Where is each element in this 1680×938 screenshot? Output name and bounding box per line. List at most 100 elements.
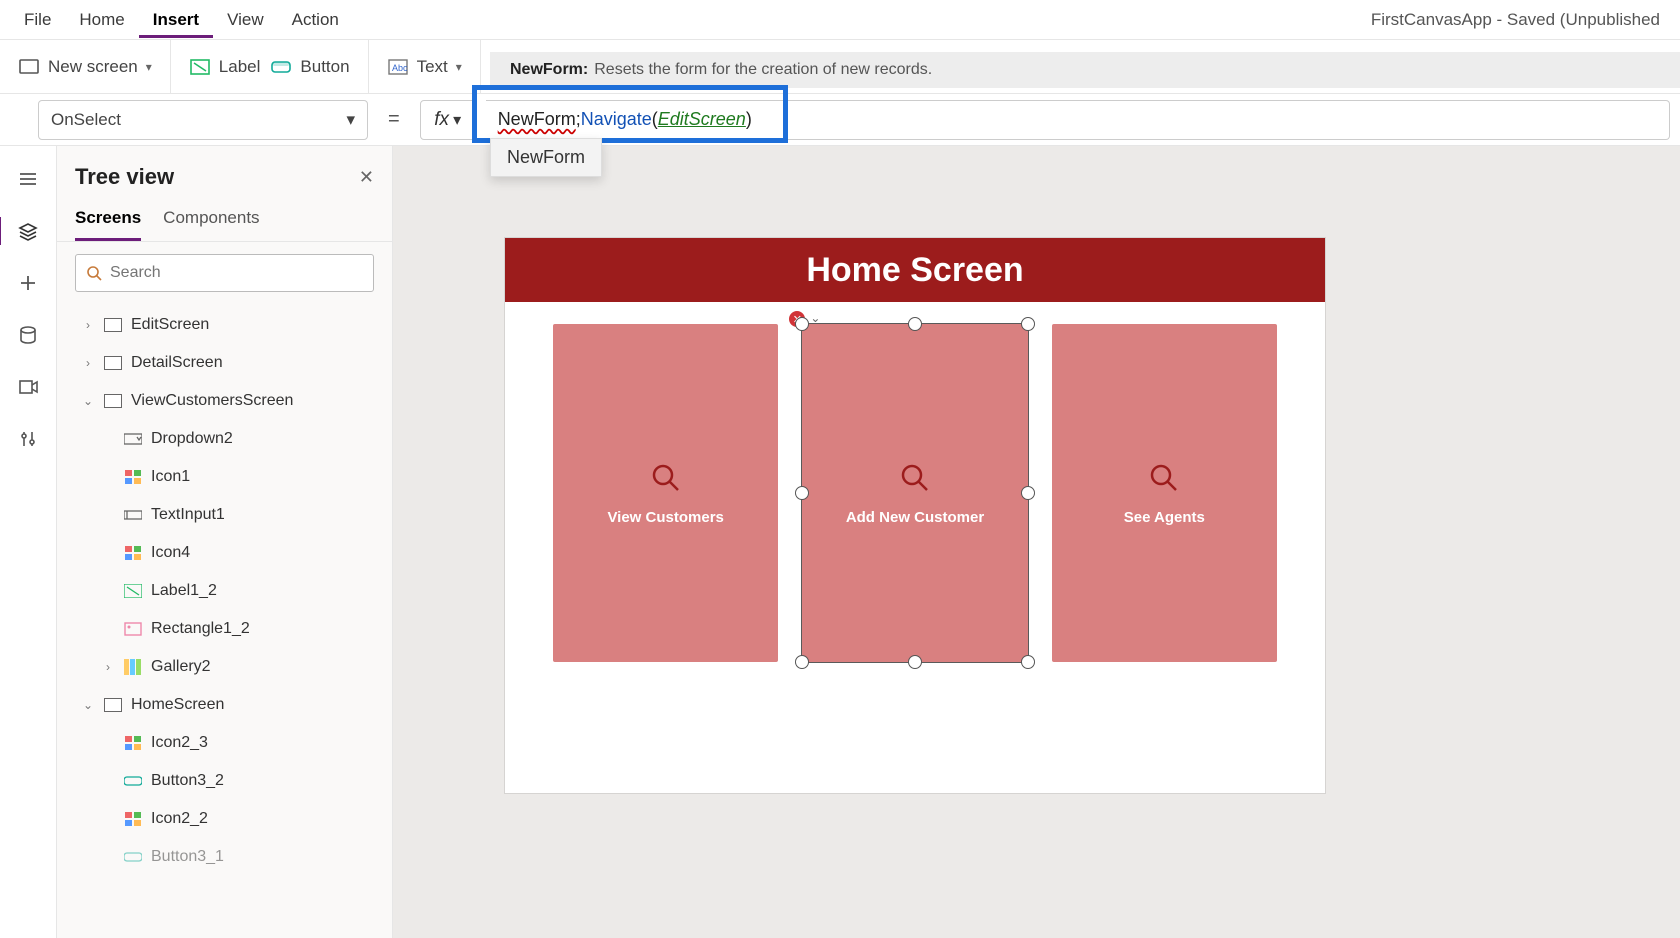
tile-label: See Agents: [1124, 509, 1205, 526]
tree-node-dropdown2[interactable]: Dropdown2: [57, 420, 392, 458]
tree-view-title: Tree view: [75, 164, 174, 190]
icon-control-icon: [123, 467, 143, 487]
equals-sign: =: [378, 108, 410, 131]
menu-file[interactable]: File: [10, 2, 65, 38]
advanced-tools-icon[interactable]: [15, 426, 41, 452]
tree-node-viewcustomers[interactable]: ⌄ ViewCustomersScreen: [57, 382, 392, 420]
screen-icon: [103, 353, 123, 373]
screen-header: Home Screen: [505, 238, 1325, 302]
tile-view-customers[interactable]: View Customers: [553, 324, 778, 662]
text-button-text: Text: [417, 57, 448, 77]
tree-node-icon4[interactable]: Icon4: [57, 534, 392, 572]
icon-control-icon: [123, 543, 143, 563]
new-screen-button[interactable]: New screen ▾: [18, 56, 152, 78]
tree-node-label: ViewCustomersScreen: [131, 392, 293, 410]
resize-handle[interactable]: [1021, 317, 1035, 331]
tree-node-gallery2[interactable]: › Gallery2: [57, 648, 392, 686]
insert-icon[interactable]: [15, 270, 41, 296]
tree-list[interactable]: › EditScreen › DetailScreen ⌄ ViewCustom…: [57, 304, 392, 938]
search-icon: [649, 461, 683, 495]
tree-node-label1-2[interactable]: Label1_2: [57, 572, 392, 610]
tree-node-icon1[interactable]: Icon1: [57, 458, 392, 496]
chevron-down-icon[interactable]: ⌄: [81, 698, 95, 712]
tree-view-pane: Tree view ✕ Screens Components › EditScr…: [57, 146, 393, 938]
data-icon[interactable]: [15, 322, 41, 348]
text-button[interactable]: Abc Text ▾: [387, 56, 462, 78]
resize-handle[interactable]: [795, 317, 809, 331]
label-button-text: Label: [219, 57, 261, 77]
tree-node-button3-1[interactable]: Button3_1: [57, 838, 392, 876]
screen-icon: [103, 391, 123, 411]
fx-button[interactable]: fx ▾: [420, 100, 476, 140]
top-menu-bar: File Home Insert View Action FirstCanvas…: [0, 0, 1680, 40]
resize-handle[interactable]: [1021, 655, 1035, 669]
tree-node-label: Label1_2: [151, 582, 217, 600]
tab-screens[interactable]: Screens: [75, 198, 141, 241]
resize-handle[interactable]: [1021, 486, 1035, 500]
device-preview[interactable]: Home Screen View Customers ✕ ⌄ Add New C…: [505, 238, 1325, 793]
resize-handle[interactable]: [795, 486, 809, 500]
button-button-text: Button: [300, 57, 349, 77]
label-icon: [189, 56, 211, 78]
formula-token-newform: NewForm: [498, 109, 576, 130]
rectangle-icon: [123, 619, 143, 639]
new-screen-label: New screen: [48, 57, 138, 77]
text-icon: Abc: [387, 56, 409, 78]
media-icon[interactable]: [15, 374, 41, 400]
menu-view[interactable]: View: [213, 2, 278, 38]
tree-node-editscreen[interactable]: › EditScreen: [57, 306, 392, 344]
search-icon: [86, 265, 102, 281]
textinput-icon: [123, 505, 143, 525]
tree-node-rectangle1-2[interactable]: Rectangle1_2: [57, 610, 392, 648]
button-button[interactable]: Button: [270, 56, 349, 78]
formula-tooltip: NewForm: Resets the form for the creatio…: [490, 52, 1680, 88]
chevron-right-icon[interactable]: ›: [81, 356, 95, 370]
menu-insert[interactable]: Insert: [139, 2, 213, 38]
menu-action[interactable]: Action: [278, 2, 353, 38]
formula-input[interactable]: NewForm;Navigate(EditScreen): [486, 100, 1670, 140]
chevron-down-icon[interactable]: ⌄: [810, 311, 820, 325]
tree-node-icon2-2[interactable]: Icon2_2: [57, 800, 392, 838]
formula-token-close: ): [746, 109, 752, 130]
workspace: Tree view ✕ Screens Components › EditScr…: [0, 146, 1680, 938]
chevron-down-icon: ▾: [146, 60, 152, 74]
resize-handle[interactable]: [908, 317, 922, 331]
tile-add-customer[interactable]: ✕ ⌄ Add New Customer: [802, 324, 1027, 662]
tree-node-icon2-3[interactable]: Icon2_3: [57, 724, 392, 762]
dropdown-icon: [123, 429, 143, 449]
tree-node-homescreen[interactable]: ⌄ HomeScreen: [57, 686, 392, 724]
intellisense-popup[interactable]: NewForm: [490, 138, 602, 177]
property-selector[interactable]: OnSelect ▾: [38, 100, 368, 140]
svg-text:Abc: Abc: [392, 63, 408, 73]
search-icon: [1147, 461, 1181, 495]
formula-bar: OnSelect ▾ = fx ▾ NewForm;Navigate(EditS…: [0, 94, 1680, 146]
tree-search-box[interactable]: [75, 254, 374, 292]
chevron-down-icon[interactable]: ⌄: [81, 394, 95, 408]
tile-label: View Customers: [607, 509, 723, 526]
menu-home[interactable]: Home: [65, 2, 138, 38]
tree-node-label: Icon2_2: [151, 810, 208, 828]
tree-node-label: Dropdown2: [151, 430, 233, 448]
close-icon[interactable]: ✕: [359, 167, 374, 188]
tile-see-agents[interactable]: See Agents: [1052, 324, 1277, 662]
tree-node-button3-2[interactable]: Button3_2: [57, 762, 392, 800]
search-input[interactable]: [110, 264, 363, 282]
gallery-icon: [123, 657, 143, 677]
chevron-right-icon[interactable]: ›: [81, 318, 95, 332]
tree-tabs: Screens Components: [57, 198, 392, 242]
resize-handle[interactable]: [908, 655, 922, 669]
tree-node-textinput1[interactable]: TextInput1: [57, 496, 392, 534]
tree-node-label: Icon4: [151, 544, 190, 562]
tab-components[interactable]: Components: [163, 198, 259, 241]
label-button[interactable]: Label: [189, 56, 261, 78]
hamburger-icon[interactable]: [15, 166, 41, 192]
chevron-down-icon: ▾: [453, 110, 461, 130]
intellisense-item[interactable]: NewForm: [507, 147, 585, 167]
canvas-area[interactable]: Home Screen View Customers ✕ ⌄ Add New C…: [393, 146, 1680, 938]
tree-view-icon[interactable]: [15, 218, 41, 244]
resize-handle[interactable]: [795, 655, 809, 669]
chevron-right-icon[interactable]: ›: [101, 660, 115, 674]
tree-node-detailscreen[interactable]: › DetailScreen: [57, 344, 392, 382]
screen-icon: [103, 315, 123, 335]
tree-node-label: HomeScreen: [131, 696, 224, 714]
